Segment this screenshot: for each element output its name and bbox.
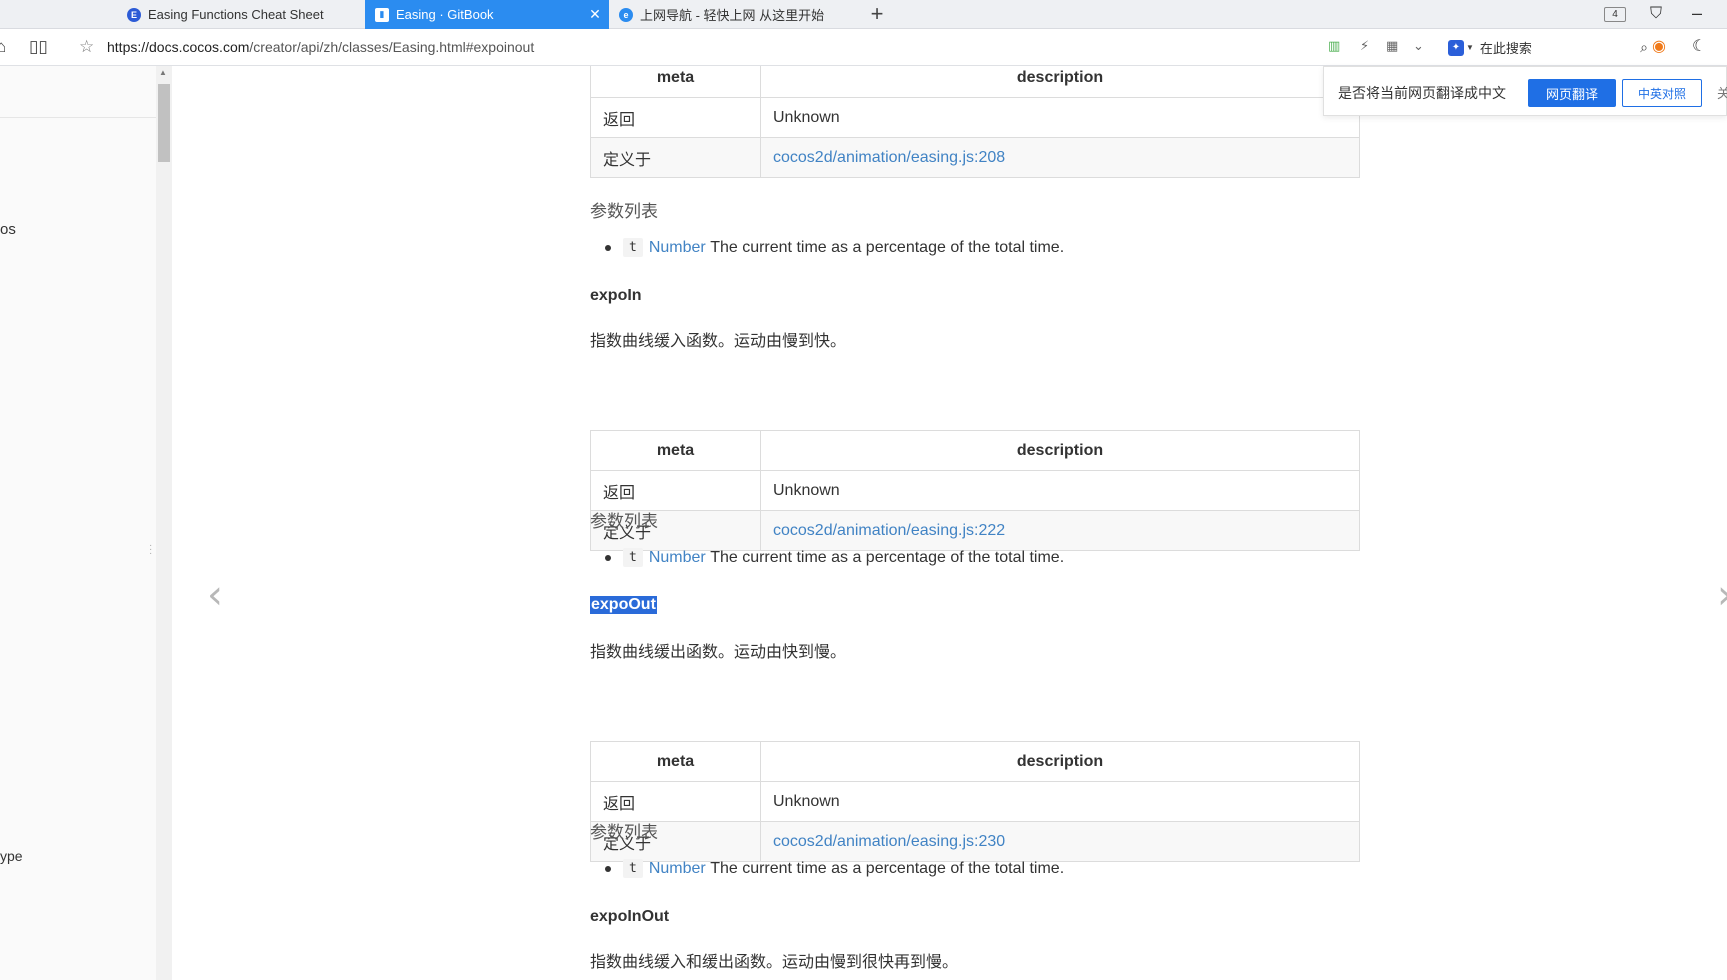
tab-navigation[interactable]: e 上网导航 - 轻快上网 从这里开始 <box>609 0 853 29</box>
method-title: expoIn <box>590 287 642 304</box>
search-icon[interactable]: ⌕ <box>1640 39 1648 56</box>
search-box[interactable]: ✦ ▼ 在此搜索 ⌕ <box>1448 34 1648 61</box>
tab-title: Easing Functions Cheat Sheet <box>148 7 324 22</box>
table-header: description <box>760 430 1360 471</box>
table-header: meta <box>590 66 761 98</box>
game-controller-icon[interactable]: ◉ <box>1652 36 1666 56</box>
bullet-icon <box>605 244 611 251</box>
next-page-chevron-icon[interactable]: › <box>1717 572 1727 618</box>
chevron-down-icon[interactable]: ⌄ <box>1413 38 1424 54</box>
url-path: /creator/api/zh/classes/Easing.html#expo… <box>249 39 535 55</box>
param-type-link[interactable]: Number <box>649 549 706 567</box>
meta-table: meta description 返回 Unknown 定义于 cocos2d/ani… <box>590 430 1360 551</box>
close-tab-icon[interactable]: ✕ <box>587 6 603 22</box>
bullet-icon <box>605 865 611 872</box>
method-title-selected: expoOut <box>590 596 657 614</box>
resize-grip-icon[interactable]: · · · <box>149 541 152 559</box>
param-desc: The current time as a percentage of the … <box>710 548 1065 566</box>
tab-title: Easing · GitBook <box>396 7 494 22</box>
book-icon: ▮ <box>375 7 389 22</box>
main-content: ‹ › metadescription 返回Unknown 定义于cocos2d… <box>173 66 1727 980</box>
tab-bar: E Easing Functions Cheat Sheet ▮ Easing … <box>0 0 1727 29</box>
sidebar-item-truncated[interactable]: ype <box>0 848 23 864</box>
param-code: t <box>623 238 643 257</box>
method-desc: 指数曲线缓入函数。运动由慢到快。 <box>590 333 847 350</box>
table-header: description <box>760 66 1360 98</box>
translate-close-button[interactable]: 关 <box>1717 83 1727 102</box>
translate-prompt: 是否将当前网页翻译成中文 网页翻译 中英对照 关 <box>1323 66 1727 116</box>
table-cell: 返回 <box>590 470 761 511</box>
tab-easing-gitbook[interactable]: ▮ Easing · GitBook ✕ <box>365 0 609 29</box>
source-link[interactable]: cocos2d/animation/easing.js:208 <box>773 149 1005 166</box>
param-code: t <box>623 548 643 567</box>
table-cell: Unknown <box>760 97 1360 138</box>
source-link[interactable]: cocos2d/animation/easing.js:222 <box>773 522 1005 539</box>
method-desc: 指数曲线缓入和缓出函数。运动由慢到很快再到慢。 <box>590 954 959 971</box>
param-item: t Number The current time as a percentag… <box>605 859 1064 878</box>
sidebar-divider <box>0 117 156 118</box>
table-cell: 返回 <box>590 97 761 138</box>
param-code: t <box>623 859 643 878</box>
search-engine-icon[interactable]: ✦ <box>1448 39 1464 56</box>
table-header: meta <box>590 430 761 471</box>
home-icon[interactable]: ⌂ <box>0 37 6 57</box>
translate-page-button[interactable]: 网页翻译 <box>1528 79 1616 107</box>
bullet-icon <box>605 554 611 561</box>
method-title: expoInOut <box>590 908 670 925</box>
night-mode-icon[interactable]: ☾ <box>1692 36 1706 56</box>
table-header: description <box>760 741 1360 782</box>
scroll-up-arrow-icon[interactable]: ▲ <box>159 68 167 77</box>
param-type-link[interactable]: Number <box>649 860 706 878</box>
sidebar-scrollbar-thumb[interactable] <box>158 84 170 162</box>
table-cell: Unknown <box>760 781 1360 822</box>
param-desc: The current time as a percentage of the … <box>710 859 1065 877</box>
meta-table: meta description 返回 Unknown 定义于 cocos2d/ani… <box>590 741 1360 862</box>
params-heading: 参数列表 <box>590 202 658 221</box>
param-desc: The current time as a percentage of the … <box>710 238 1065 256</box>
bilingual-button[interactable]: 中英对照 <box>1622 79 1702 107</box>
reader-icon[interactable]: ▥ <box>1328 38 1340 54</box>
tab-count-badge[interactable]: 4 <box>1604 7 1626 22</box>
param-item: t Number The current time as a percentag… <box>605 238 1064 257</box>
method-desc: 指数曲线缓出函数。运动由快到慢。 <box>590 644 847 661</box>
minimize-icon[interactable]: – <box>1692 3 1702 24</box>
engine-dropdown-icon[interactable]: ▼ <box>1466 43 1474 52</box>
browser-e-favicon-icon: e <box>619 7 633 22</box>
tab-easing-cheat-sheet[interactable]: E Easing Functions Cheat Sheet <box>117 0 365 29</box>
table-cell: 返回 <box>590 781 761 822</box>
flash-icon[interactable]: ⚡ <box>1360 38 1369 54</box>
source-link[interactable]: cocos2d/animation/easing.js:230 <box>773 833 1005 850</box>
url-host: https://docs.cocos.com <box>107 39 250 55</box>
url-field[interactable]: https://docs.cocos.com/creator/api/zh/cl… <box>107 39 534 55</box>
skin-icon[interactable]: ⛉ <box>1650 5 1662 23</box>
translate-question: 是否将当前网页翻译成中文 <box>1338 85 1506 101</box>
qr-code-icon[interactable]: ▦ <box>1386 38 1398 54</box>
table-header: meta <box>590 741 761 782</box>
param-type-link[interactable]: Number <box>649 239 706 257</box>
param-item: t Number The current time as a percentag… <box>605 548 1064 567</box>
params-heading: 参数列表 <box>590 823 658 842</box>
table-cell: Unknown <box>760 470 1360 511</box>
params-heading: 参数列表 <box>590 512 658 531</box>
reading-mode-icon[interactable]: ▯▯ <box>29 37 48 57</box>
sidebar-item-truncated[interactable]: os <box>0 221 16 238</box>
sidebar-scrollbar[interactable] <box>156 66 172 980</box>
tab-title: 上网导航 - 轻快上网 从这里开始 <box>640 8 825 23</box>
table-cell: 定义于 <box>590 137 761 178</box>
search-input[interactable]: 在此搜索 <box>1480 38 1532 57</box>
address-bar: ⌂ ▯▯ ☆ https://docs.cocos.com/creator/ap… <box>0 29 1727 66</box>
previous-page-chevron-icon[interactable]: ‹ <box>207 572 223 618</box>
bookmark-star-icon[interactable]: ☆ <box>79 37 94 57</box>
easings-favicon-icon: E <box>127 7 141 22</box>
meta-table: meta description 返回 Unknown 定义于 cocos2d/ani… <box>590 66 1360 178</box>
new-tab-icon[interactable]: + <box>866 3 888 25</box>
sidebar: os ype ▲ · · · <box>0 66 172 980</box>
